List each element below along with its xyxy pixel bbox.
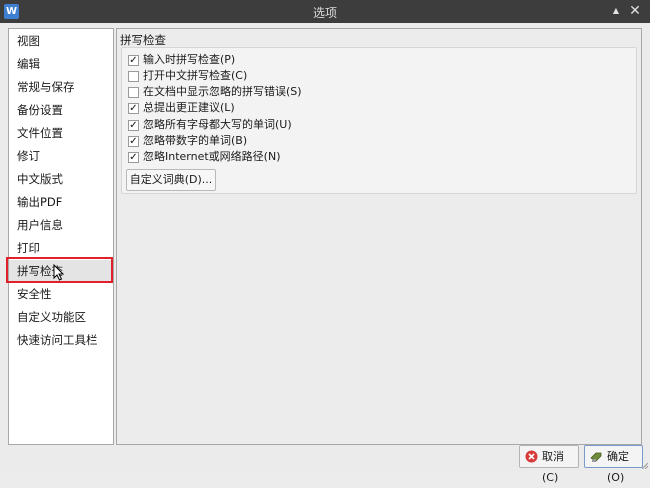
option-label: 忽略所有字母都大写的单词(U) [143,118,292,131]
checkbox[interactable] [128,87,139,98]
nav-item-chinese-layout[interactable]: 中文版式 [9,168,113,191]
nav-item-file-location[interactable]: 文件位置 [9,122,113,145]
mouse-pointer-icon [53,264,65,281]
checkbox[interactable]: ✓ [128,152,139,163]
nav-item-general-save[interactable]: 常规与保存 [9,76,113,99]
category-list: 视图 编辑 常规与保存 备份设置 文件位置 修订 中文版式 输出PDF 用户信息… [8,28,114,445]
title-bar[interactable]: W 选项 ▲ ✕ [0,0,650,23]
nav-item-edit[interactable]: 编辑 [9,53,113,76]
shade-up-icon[interactable]: ▲ [608,3,624,19]
options-dialog: W 选项 ▲ ✕ 视图 编辑 常规与保存 备份设置 文件位置 修订 中文版式 输… [0,0,650,484]
option-label: 输入时拼写检查(P) [143,53,236,66]
cancel-label: 取消(C) [542,450,564,484]
option-label: 在文档中显示忽略的拼写错误(S) [143,85,302,98]
section-title: 拼写检查 [120,33,166,47]
nav-item-user-info[interactable]: 用户信息 [9,214,113,237]
option-label: 忽略带数字的单词(B) [143,134,248,147]
ok-button[interactable]: 确定(O) [584,445,643,484]
checkbox[interactable]: ✓ [128,103,139,114]
cancel-button[interactable]: 取消(C) [519,445,579,484]
option-label: 忽略Internet或网络路径(N) [143,150,281,163]
close-icon[interactable]: ✕ [627,3,643,19]
nav-item-quick-access-toolbar[interactable]: 快速访问工具栏 [9,329,113,352]
nav-item-backup[interactable]: 备份设置 [9,99,113,122]
ok-icon [590,452,602,462]
custom-dictionary-button[interactable]: 自定义词典(D)... [126,169,216,191]
checkbox[interactable]: ✓ [128,55,139,66]
ok-label: 确定(O) [607,450,629,484]
nav-item-security[interactable]: 安全性 [9,283,113,306]
checkbox[interactable] [128,71,139,82]
option-label: 打开中文拼写检查(C) [143,69,248,82]
window-title: 选项 [312,6,337,20]
nav-item-export-pdf[interactable]: 输出PDF [9,191,113,214]
nav-item-view[interactable]: 视图 [9,30,113,53]
checkbox[interactable]: ✓ [128,136,139,147]
checkbox[interactable]: ✓ [128,120,139,131]
resize-grip-icon[interactable] [642,463,648,469]
cancel-icon [525,450,538,463]
nav-item-custom-ribbon[interactable]: 自定义功能区 [9,306,113,329]
nav-item-revision[interactable]: 修订 [9,145,113,168]
option-label: 总提出更正建议(L) [143,101,235,114]
